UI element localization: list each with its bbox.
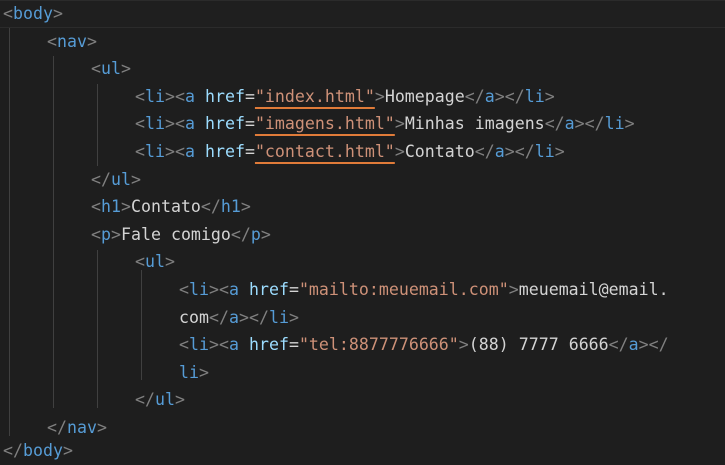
link-href[interactable]: "mailto:meuemail.com" — [299, 280, 509, 299]
link-href[interactable]: "imagens.html" — [255, 114, 395, 133]
code-line-1: <body> — [3, 4, 63, 23]
code-line-15: </body> — [3, 441, 73, 460]
code-line-13: </ul> — [135, 390, 185, 410]
code-line-8: <h1>Contato</h1> — [91, 197, 251, 217]
indent-guide — [141, 270, 142, 380]
code-line-12: <li><a href="tel:8877776666">(88) 7777 6… — [179, 335, 669, 355]
link-href[interactable]: "contact.html" — [255, 142, 395, 161]
code-line-5: <li><a href="imagens.html">Minhas imagen… — [135, 114, 635, 134]
code-line-2: <nav> — [47, 31, 97, 51]
code-line-6: <li><a href="contact.html">Contato</a></… — [135, 142, 565, 161]
code-line-9: <p>Fale comigo</p> — [91, 224, 271, 244]
indent-guide — [97, 250, 98, 408]
code-line-10: <ul> — [135, 252, 175, 272]
code-line-3: <ul> — [91, 59, 131, 79]
code-line-12-wrap: li> — [179, 362, 209, 382]
code-editor[interactable]: <body> <nav> <ul> <li><a href="index.htm… — [0, 0, 725, 465]
current-line-highlight — [0, 0, 725, 28]
link-href[interactable]: "index.html" — [255, 87, 375, 106]
link-href[interactable]: "tel:8877776666" — [299, 335, 459, 354]
code-line-7: </ul> — [91, 169, 141, 189]
indent-guide — [9, 28, 10, 436]
indent-guide — [53, 56, 54, 408]
indent-guide — [97, 84, 98, 166]
code-line-11: <li><a href="mailto:meuemail.com">meuema… — [179, 280, 669, 299]
code-line-4: <li><a href="index.html">Homepage</a></l… — [135, 86, 555, 106]
code-line-11-wrap: com</a></li> — [179, 307, 299, 327]
